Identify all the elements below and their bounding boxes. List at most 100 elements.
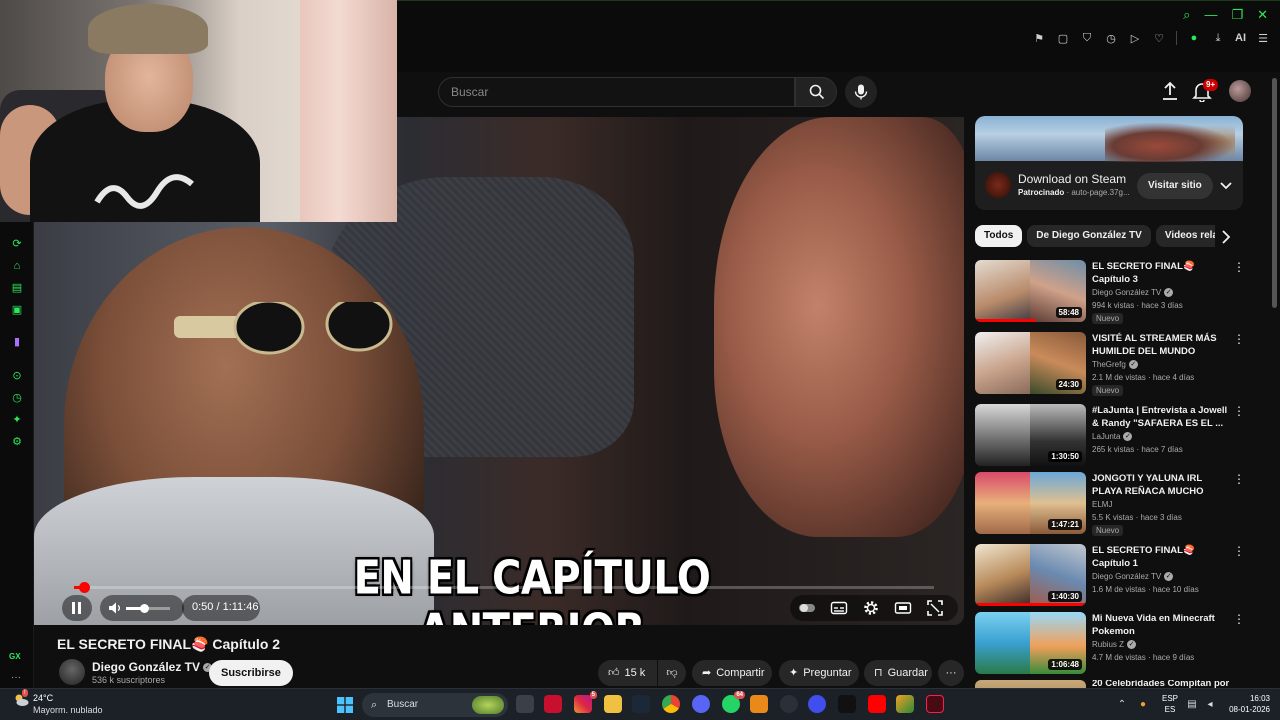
app-icon[interactable] <box>896 695 914 713</box>
autoplay-toggle-icon[interactable] <box>798 599 816 617</box>
search-button[interactable] <box>795 77 837 107</box>
channel-name[interactable]: TheGrefg ✓ <box>1092 360 1138 370</box>
search-icon[interactable]: ⌕ <box>1183 7 1190 23</box>
video-thumbnail[interactable]: 24:30 <box>975 332 1086 394</box>
video-thumbnail[interactable] <box>975 680 1086 688</box>
ad-title[interactable]: Download on Steam <box>1018 172 1126 186</box>
ad-card[interactable]: Download on Steam Patrocinado · auto-pag… <box>975 116 1243 210</box>
play-icon[interactable]: ▷ <box>1128 32 1142 45</box>
list-item[interactable]: 1:30:50 #LaJunta | Entrevista a Jowell &… <box>975 404 1245 470</box>
menu-icon[interactable]: ☰ <box>1256 32 1270 45</box>
gx-label[interactable]: GX <box>9 652 21 661</box>
more-vert-icon[interactable]: ⋮ <box>1233 473 1245 488</box>
video-title[interactable]: EL SECRETO FINAL🍣 Capítulo 1 <box>1092 544 1230 570</box>
microphone-icon[interactable]: ● <box>1137 699 1149 711</box>
channel-name-row[interactable]: Diego González TV ✓ <box>92 660 213 674</box>
like-button[interactable]: 👍︎ 15 k <box>598 660 657 686</box>
task-view-icon[interactable] <box>516 695 534 713</box>
subtitles-icon[interactable] <box>830 599 848 617</box>
chip-related[interactable]: Videos relacio <box>1155 225 1215 247</box>
channel-name[interactable]: Diego González TV <box>92 660 200 674</box>
history-icon[interactable]: ◷ <box>9 390 25 406</box>
video-title[interactable]: Mi Nueva Vida en Minecraft Pokemon <box>1092 612 1230 638</box>
more-vert-icon[interactable]: ⋮ <box>1233 261 1245 276</box>
list-item[interactable]: 24:30 VISITÉ AL STREAMER MÁS HUMILDE DEL… <box>975 332 1245 398</box>
search-input[interactable]: Buscar <box>438 77 795 107</box>
channel-name[interactable]: Rubius Z ✓ <box>1092 640 1137 650</box>
speaker-icon[interactable]: ◂ <box>1204 699 1216 711</box>
video-thumbnail[interactable]: 1:47:21 <box>975 472 1086 534</box>
profile-icon[interactable]: ● <box>1187 32 1201 44</box>
file-explorer-icon[interactable] <box>604 695 622 713</box>
volume-control[interactable] <box>100 595 184 621</box>
settings-icon[interactable]: ⚙ <box>9 434 25 450</box>
more-vert-icon[interactable]: ⋮ <box>1233 613 1245 628</box>
steam-icon[interactable] <box>632 695 650 713</box>
video-title[interactable]: EL SECRETO FINAL🍣 Capítulo 3 <box>1092 260 1230 286</box>
progress-bar[interactable] <box>74 582 934 593</box>
clock-icon[interactable]: ◷ <box>1104 32 1118 45</box>
channel-name[interactable]: Diego González TV ✓ <box>1092 572 1174 582</box>
list-item[interactable]: 1:47:21 JONGOTI Y YALUNA IRL PLAYA REÑAC… <box>975 472 1245 538</box>
gx-control-icon[interactable]: ⟳ <box>9 236 25 252</box>
list-item[interactable]: 58:48 EL SECRETO FINAL🍣 Capítulo 3 Diego… <box>975 260 1245 326</box>
ai-button[interactable]: AI <box>1235 32 1246 44</box>
video-title[interactable]: VISITÉ AL STREAMER MÁS HUMILDE DEL MUNDO <box>1092 332 1230 358</box>
pause-button[interactable] <box>62 595 92 621</box>
more-vert-icon[interactable]: ⋮ <box>1233 545 1245 560</box>
list-item[interactable]: 1:40:30 EL SECRETO FINAL🍣 Capítulo 1 Die… <box>975 544 1245 610</box>
video-thumbnail[interactable]: 58:48 <box>975 260 1086 322</box>
opera-gx-icon[interactable] <box>926 695 944 713</box>
video-thumbnail[interactable]: 1:06:48 <box>975 612 1086 674</box>
language-indicator[interactable]: ESP ES <box>1162 693 1178 715</box>
gx-store-icon[interactable]: ⌂ <box>9 258 25 274</box>
tiktok-icon[interactable] <box>838 695 856 713</box>
upload-icon[interactable] <box>1159 80 1181 102</box>
heart-icon[interactable]: ♡ <box>1152 32 1166 45</box>
share-button[interactable]: ➦ Compartir <box>692 660 772 686</box>
dislike-button[interactable]: 👎︎ <box>658 660 686 686</box>
voice-search-button[interactable] <box>845 76 877 108</box>
weather-description[interactable]: Mayorm. nublado <box>33 705 103 715</box>
amd-icon[interactable] <box>544 695 562 713</box>
channel-name[interactable]: ELMJ <box>1092 500 1112 509</box>
bookmark-icon[interactable]: ⚑ <box>1032 32 1046 45</box>
video-title[interactable]: #LaJunta | Entrevista a Jowell & Randy "… <box>1092 404 1230 430</box>
player-icon[interactable]: ⊙ <box>9 368 25 384</box>
extensions-icon[interactable]: ✦ <box>9 412 25 428</box>
ask-button[interactable]: ✦ Preguntar <box>779 660 859 686</box>
snapshot-icon[interactable]: ▢ <box>1056 32 1070 45</box>
fullscreen-icon[interactable] <box>926 599 944 617</box>
windows-start-icon[interactable] <box>337 697 353 713</box>
avatar[interactable] <box>1229 80 1251 102</box>
more-vert-icon[interactable]: ⋮ <box>1233 405 1245 420</box>
subscribe-button[interactable]: Suscribirse <box>209 660 293 686</box>
chrome-icon[interactable] <box>662 695 680 713</box>
network-icon[interactable]: ▤ <box>1186 699 1198 711</box>
whatsapp-icon[interactable]: 64 <box>722 691 745 713</box>
chevron-up-icon[interactable]: ⌃ <box>1116 699 1128 711</box>
minimize-icon[interactable]: — <box>1204 7 1217 23</box>
instagram-icon[interactable]: 5 <box>574 691 597 713</box>
obs-icon[interactable] <box>780 695 798 713</box>
maximize-icon[interactable]: ❐ <box>1231 7 1243 23</box>
clock[interactable]: 16:03 08-01-2026 <box>1224 693 1270 715</box>
channel-name[interactable]: Diego González TV ✓ <box>1092 288 1174 298</box>
vlc-icon[interactable] <box>750 695 768 713</box>
theater-mode-icon[interactable] <box>894 599 912 617</box>
shield-icon[interactable]: ⛉ <box>1080 32 1094 45</box>
download-icon[interactable]: ⤓ <box>1211 32 1225 45</box>
save-button[interactable]: ⊓ Guardar <box>864 660 932 686</box>
video-title[interactable]: 20 Celebridades Compitan por ... <box>1092 680 1230 688</box>
discord-icon[interactable] <box>692 695 710 713</box>
twitch-icon[interactable]: ▮ <box>9 334 25 350</box>
chip-channel[interactable]: De Diego González TV <box>1027 225 1151 247</box>
volume-slider[interactable] <box>126 604 170 613</box>
scrollbar[interactable] <box>1272 78 1277 308</box>
close-icon[interactable]: ✕ <box>1257 7 1268 23</box>
video-thumbnail[interactable]: 1:30:50 <box>975 404 1086 466</box>
chevron-right-icon[interactable] <box>1218 229 1234 245</box>
list-item[interactable]: 20 Celebridades Compitan por ... <box>975 680 1245 688</box>
volume-knob[interactable] <box>139 604 149 613</box>
volume-icon[interactable] <box>108 601 122 615</box>
